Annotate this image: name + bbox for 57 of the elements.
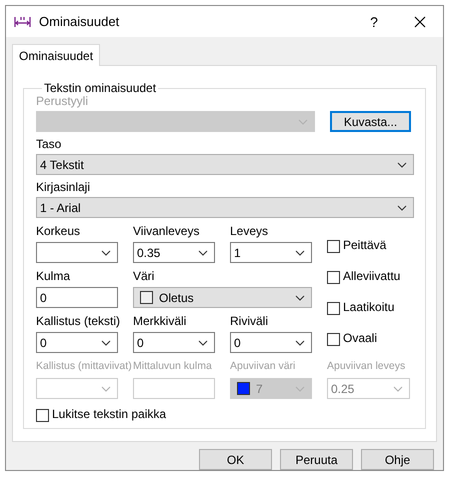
checkbox[interactable] [327,271,340,284]
dimension-icon [14,16,31,28]
checkbox[interactable] [327,333,340,346]
field-label: Merkkiväli [133,314,186,329]
chevron-down-icon [198,250,208,256]
chevron-down-icon [101,340,111,346]
dialog-button[interactable]: OK [199,449,272,470]
checkbox-label: Lukitse tekstin paikka [52,407,166,422]
checkbox-label: Laatikoitu [343,300,394,315]
dropdown-field[interactable]: 1 [230,242,312,263]
window-title: Ominaisuudet [39,14,120,29]
field-label: Perustyyli [36,94,88,109]
field-label: Väri [133,269,154,284]
chevron-down-icon [295,340,305,346]
dropdown-field[interactable]: 0 [230,332,312,353]
dropdown-field[interactable]: Oletus [133,287,312,308]
field-label: Apuviivan väri [230,359,296,374]
dropdown-field[interactable]: 0.35 [133,242,215,263]
field-label: Mittaluvun kulma [133,359,212,374]
checkbox-label: Peittävä [343,238,386,253]
dropdown-field[interactable]: 1 - Arial [36,197,414,218]
chevron-down-icon [101,386,111,392]
chevron-down-icon [295,294,305,300]
group-title: Tekstin ominaisuudet [43,81,158,95]
chevron-down-icon [298,118,308,124]
field-label: Viivanleveys [133,224,200,239]
field-label: Kirjasinlaji [36,180,90,195]
chevron-down-icon [397,204,407,210]
field-label: Apuviivan leveys [327,359,406,374]
field-label: Kallistus (mittaviivat) [36,359,132,374]
dialog-button[interactable]: Peruuta [280,449,353,470]
chevron-down-icon [101,250,111,256]
help-button[interactable]: ? [351,6,397,37]
chevron-down-icon [393,386,403,392]
chevron-down-icon [397,162,407,168]
chevron-down-icon [198,340,208,346]
close-icon [414,16,426,28]
dropdown-field[interactable]: 0 [133,332,215,353]
checkbox[interactable] [327,302,340,315]
checkbox-label: Alleviivattu [343,269,400,284]
field-label: Leveys [230,224,268,239]
dialog-button[interactable]: Ohje [361,449,434,470]
chevron-down-icon [295,250,305,256]
tab[interactable]: Ominaisuudet [12,44,100,66]
field-label: Kallistus (teksti) [36,314,120,329]
checkbox[interactable] [36,409,49,422]
chevron-down-icon [295,386,305,392]
field-label: Taso [36,137,62,152]
dropdown-field[interactable]: 0 [36,332,118,353]
text-field[interactable]: 0 [36,287,118,308]
field-label: Riviväli [230,314,268,329]
dropdown-field[interactable]: 4 Tekstit [36,154,414,175]
dropdown-field[interactable] [36,242,118,263]
checkbox-label: Ovaali [343,331,378,346]
checkbox[interactable] [327,240,340,253]
field-label: Kulma [36,269,70,284]
field-label: Korkeus [36,224,80,239]
